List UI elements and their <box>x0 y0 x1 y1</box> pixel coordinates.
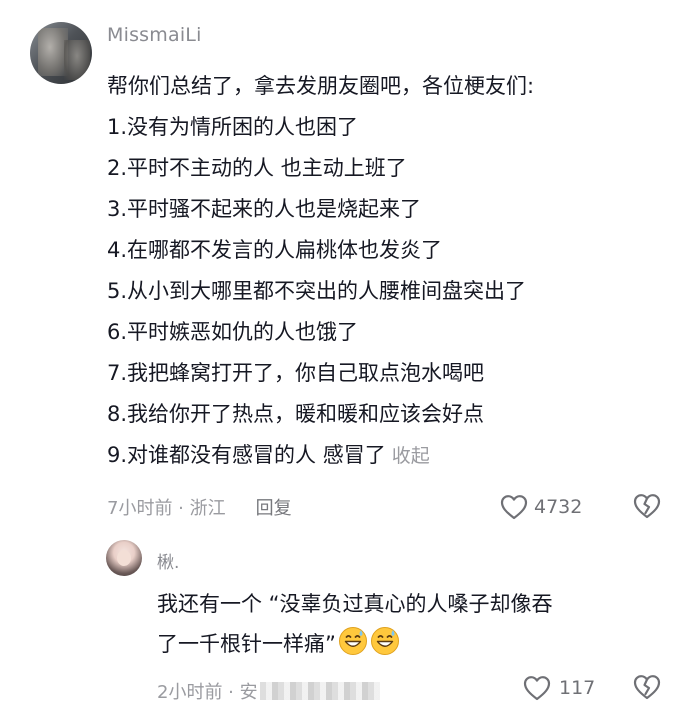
heart-icon <box>500 495 528 520</box>
comment-line: 7.我把蜂窝打开了，你自己取点泡水喝吧 <box>107 361 485 385</box>
comment-line: 2.平时不主动的人 也主动上班了 <box>107 156 407 180</box>
comment-meta: 7小时前 · 浙江 回复 <box>107 494 292 520</box>
reply-meta: 2小时前 · 安 <box>157 678 380 704</box>
like-count: 4732 <box>534 496 583 518</box>
comment-line: 5.从小到大哪里都不突出的人腰椎间盘突出了 <box>107 279 527 303</box>
avatar[interactable] <box>30 22 92 84</box>
comment-line: 帮你们总结了，拿去发朋友圈吧，各位梗友们: <box>107 74 535 98</box>
mosaic-redaction <box>259 682 380 700</box>
reply-line: 了一千根针一样痛” <box>157 632 336 656</box>
comment-line: 9.对谁都没有感冒的人 感冒了 <box>107 443 386 467</box>
reply-like-button[interactable]: 117 <box>523 675 595 701</box>
collapse-link[interactable]: 收起 <box>392 445 430 467</box>
reply-line-last: 了一千根针一样痛” <box>157 624 657 669</box>
like-button[interactable]: 4732 <box>500 494 582 520</box>
comment-line: 3.平时骚不起来的人也是烧起来了 <box>107 197 422 221</box>
reply-text: 我还有一个 “没辜负过真心的人嗓子却像吞 了一千根针一样痛” <box>157 584 657 669</box>
reply-button[interactable]: 回复 <box>256 494 292 520</box>
reply-username[interactable]: 楸. <box>157 548 179 573</box>
timestamp-location: 7小时前 · 浙江 <box>107 498 226 519</box>
reply-like-count: 117 <box>559 677 596 699</box>
comment-line: 4.在哪都不发言的人扁桃体也发炎了 <box>107 238 443 262</box>
grin-sweat-emoji <box>338 626 368 669</box>
username[interactable]: MissmaiLi <box>107 24 202 46</box>
reply-line: 我还有一个 “没辜负过真心的人嗓子却像吞 <box>157 592 553 616</box>
reply-timestamp-location: 2小时前 · 安 <box>157 682 258 703</box>
broken-heart-icon <box>633 675 661 700</box>
comment-line-last: 9.对谁都没有感冒的人 感冒了 收起 <box>107 435 667 477</box>
comment-line: 1.没有为情所困的人也困了 <box>107 115 359 139</box>
comment-thread: MissmaiLi 帮你们总结了，拿去发朋友圈吧，各位梗友们: 1.没有为情所困… <box>0 0 690 708</box>
dislike-button[interactable] <box>633 493 661 523</box>
reply-avatar[interactable] <box>106 540 142 576</box>
comment-text: 帮你们总结了，拿去发朋友圈吧，各位梗友们: 1.没有为情所困的人也困了 2.平时… <box>107 66 667 477</box>
grin-sweat-emoji <box>370 626 400 669</box>
comment-line: 6.平时嫉恶如仇的人也饿了 <box>107 320 359 344</box>
reply-dislike-button[interactable] <box>633 674 661 704</box>
broken-heart-icon <box>633 494 661 519</box>
comment-line: 8.我给你开了热点，暖和暖和应该会好点 <box>107 402 485 426</box>
heart-icon <box>523 676 551 701</box>
